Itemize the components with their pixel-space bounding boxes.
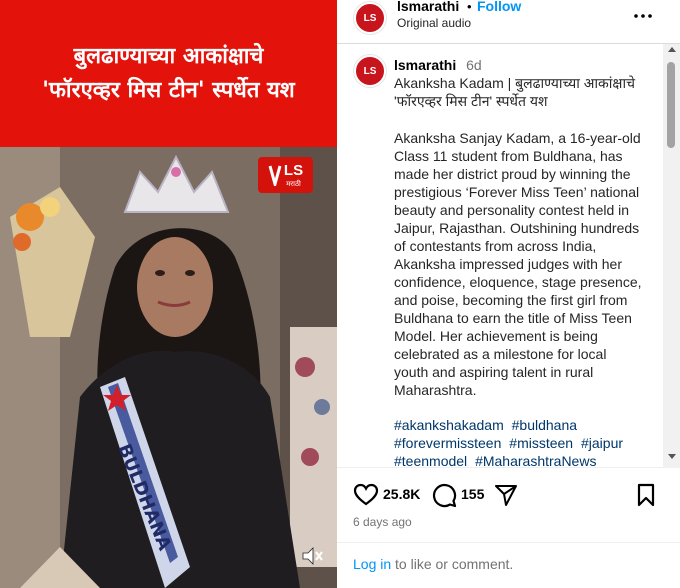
hashtag-link[interactable]: #MaharashtraNews (475, 453, 596, 467)
more-options-icon[interactable] (633, 8, 653, 18)
hashtag-link[interactable]: #buldhana (512, 417, 577, 433)
avatar[interactable]: LS (354, 2, 386, 34)
caption-username[interactable]: lsmarathi (394, 57, 456, 73)
headline-line-2: 'फॉरएव्हर मिस टीन' स्पर्धेत यश (42, 77, 295, 103)
hashtag-link[interactable]: #akankshakadam (394, 417, 504, 433)
follow-button[interactable]: Follow (477, 0, 521, 14)
caption-scrollbar[interactable] (663, 44, 680, 468)
video-frame: BULDHANA (0, 147, 337, 588)
audio-label[interactable]: Original audio (397, 16, 471, 30)
ls-marathi-logo: LS मराठी (258, 157, 313, 193)
paper-plane-icon[interactable] (493, 482, 519, 508)
action-bar: 25.8K 155 6 days ago (337, 468, 680, 532)
post-panel: LS lsmarathi • Follow Original audio LS … (337, 0, 680, 588)
login-text: Log in to like or comment. (353, 556, 513, 572)
header-username[interactable]: lsmarathi (397, 0, 459, 14)
comment-bubble-icon[interactable] (431, 482, 457, 508)
headline-banner: बुलढाण्याच्या आकांक्षाचे 'फॉरएव्हर मिस ट… (0, 0, 337, 147)
heart-icon[interactable] (353, 482, 379, 508)
avatar-text: LS (363, 12, 377, 24)
hashtag-link[interactable]: #teenmodel (394, 453, 467, 467)
post-header: LS lsmarathi • Follow Original audio (337, 0, 680, 44)
scroll-up-arrow-icon[interactable] (668, 47, 676, 52)
caption-title: Akanksha Kadam | बुलढाण्याच्या आकांक्षाच… (394, 75, 635, 109)
hashtag-link[interactable]: #forevermissteen (394, 435, 501, 451)
comment-count[interactable]: 155 (461, 486, 484, 502)
speaker-muted-icon[interactable] (300, 545, 324, 567)
avatar-text: LS (363, 65, 377, 77)
scroll-down-arrow-icon[interactable] (668, 454, 676, 459)
logo-text: LS (283, 161, 304, 179)
hashtag-link[interactable]: #missteen (509, 435, 573, 451)
login-prompt: Log in to like or comment. (337, 542, 680, 588)
separator-dot: • (467, 0, 472, 14)
post-age[interactable]: 6 days ago (353, 515, 412, 529)
scroll-thumb[interactable] (667, 62, 675, 148)
caption-section: LS lsmarathi 6d Akanksha Kadam | बुलढाण्… (337, 44, 680, 468)
login-link[interactable]: Log in (353, 556, 391, 572)
caption-body: Akanksha Sanjay Kadam, a 16-year-old Cla… (394, 130, 642, 398)
pageant-winner-photo: BULDHANA (0, 147, 337, 588)
logo-subtext: मराठी (286, 180, 301, 188)
hashtag-list: #akankshakadam #buldhana #forevermisstee… (394, 416, 644, 467)
headline-line-1: बुलढाण्याच्या आकांक्षाचे (73, 43, 264, 69)
like-count[interactable]: 25.8K (383, 486, 420, 502)
reel-video[interactable]: बुलढाण्याच्या आकांक्षाचे 'फॉरएव्हर मिस ट… (0, 0, 337, 588)
caption-header: lsmarathi 6d (394, 56, 664, 74)
caption-time[interactable]: 6d (466, 57, 482, 73)
hashtag-link[interactable]: #jaipur (581, 435, 623, 451)
bookmark-icon[interactable] (633, 482, 659, 508)
avatar[interactable]: LS (354, 55, 386, 87)
login-rest: to like or comment. (391, 556, 514, 572)
